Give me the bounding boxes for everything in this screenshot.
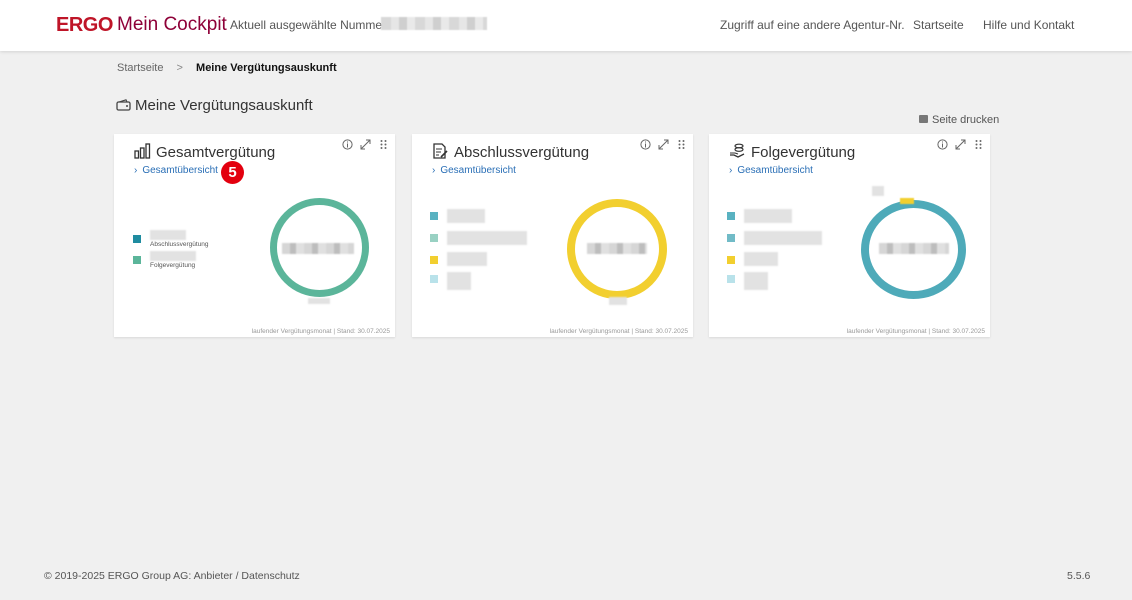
gesamtuebersicht-link[interactable]: › Gesamtübersicht [134, 165, 218, 176]
expand-icon[interactable] [658, 139, 669, 150]
gesamtuebersicht-link[interactable]: › Gesamtübersicht [432, 165, 516, 176]
chevron-right-icon: › [134, 165, 138, 176]
selected-number-label: Aktuell ausgewählte Nummer: [230, 18, 390, 32]
legend-value-1 [447, 209, 485, 223]
page-title-text: Meine Vergütungsauskunft [135, 97, 313, 114]
donut-center-value [587, 243, 647, 254]
legend-value-3 [447, 252, 487, 266]
legend-value-3 [744, 252, 778, 266]
drag-handle-icon[interactable] [973, 139, 984, 150]
legend-swatch-1 [727, 212, 735, 220]
donut-segment-yellow [900, 198, 914, 204]
legend-swatch-2 [430, 234, 438, 242]
nav-startseite[interactable]: Startseite [913, 18, 964, 32]
drag-handle-icon[interactable] [378, 139, 389, 150]
app-name: Mein Cockpit [117, 14, 227, 35]
breadcrumb-current: Meine Vergütungsauskunft [196, 62, 337, 74]
legend-value-folge [150, 251, 196, 261]
nav-other-agency[interactable]: Zugriff auf eine andere Agentur-Nr. [720, 18, 905, 32]
card-title-text: Folgevergütung [751, 144, 856, 161]
card-title: Abschlussvergütung [432, 143, 589, 161]
breadcrumb-separator: > [176, 62, 183, 74]
print-button[interactable]: Seite drucken [919, 114, 999, 126]
link-text: Gesamtübersicht [737, 165, 813, 176]
info-icon[interactable] [937, 139, 948, 150]
card-title-text: Gesamtvergütung [156, 144, 276, 161]
legend-label-abschluss: Abschlussvergütung [150, 241, 209, 248]
hand-coins-icon [730, 143, 745, 158]
document-pen-icon [433, 143, 448, 159]
legend-swatch-3 [430, 256, 438, 264]
step-badge: 5 [221, 161, 244, 184]
wallet-icon [116, 99, 131, 111]
legend-swatch-1 [430, 212, 438, 220]
legend-swatch-4 [430, 275, 438, 283]
link-text: Gesamtübersicht [440, 165, 516, 176]
legend-swatch-abschluss [133, 235, 141, 243]
card-folgeverguetung: Folgevergütung › Gesamtübersicht laufende… [709, 134, 990, 337]
info-icon[interactable] [640, 139, 651, 150]
card-footer: laufender Vergütungsmonat | Stand: 30.07… [549, 328, 688, 335]
print-label: Seite drucken [932, 114, 1000, 126]
card-abschlussverguetung: Abschlussvergütung › Gesamtübersicht lauf… [412, 134, 693, 337]
legend-swatch-folge [133, 256, 141, 264]
legend-value-2 [744, 231, 822, 245]
donut-subvalue [308, 298, 330, 304]
donut-top-label [872, 186, 884, 196]
bar-chart-icon [134, 143, 151, 159]
printer-icon [919, 115, 928, 123]
legend-value-1 [744, 209, 792, 223]
link-text: Gesamtübersicht [142, 165, 218, 176]
app-version: 5.5.6 [1067, 570, 1091, 582]
legend-swatch-4 [727, 275, 735, 283]
card-gesamtverguetung: Gesamtvergütung › Gesamtübersicht Abschlu… [114, 134, 395, 337]
donut-center-value [282, 243, 354, 254]
gesamtuebersicht-link[interactable]: › Gesamtübersicht [729, 165, 813, 176]
legend-value-abschluss [150, 230, 186, 240]
legend-swatch-2 [727, 234, 735, 242]
footer-copyright[interactable]: © 2019-2025 ERGO Group AG: Anbieter / Da… [44, 570, 300, 582]
nav-help-contact[interactable]: Hilfe und Kontakt [983, 18, 1074, 32]
legend-value-4 [744, 272, 768, 290]
selected-number-value [381, 17, 487, 30]
breadcrumb: Startseite > Meine Vergütungsauskunft [117, 62, 337, 74]
page-title: Meine Vergütungsauskunft [116, 97, 313, 114]
legend-swatch-3 [727, 256, 735, 264]
chevron-right-icon: › [432, 165, 436, 176]
ergo-logo[interactable]: ERGO [56, 14, 113, 37]
card-tools [640, 139, 687, 150]
info-icon[interactable] [342, 139, 353, 150]
donut-center-value [879, 243, 949, 254]
legend-value-4 [447, 272, 471, 290]
expand-icon[interactable] [955, 139, 966, 150]
card-tools [342, 139, 389, 150]
top-header: ERGO Mein Cockpit Aktuell ausgewählte Nu… [0, 0, 1132, 51]
card-title: Folgevergütung [729, 143, 855, 161]
card-footer: laufender Vergütungsmonat | Stand: 30.07… [251, 328, 390, 335]
drag-handle-icon[interactable] [676, 139, 687, 150]
breadcrumb-home[interactable]: Startseite [117, 62, 163, 74]
card-tools [937, 139, 984, 150]
legend-value-2 [447, 231, 527, 245]
donut-subvalue [609, 297, 627, 305]
card-title-text: Abschlussvergütung [454, 144, 590, 161]
legend-label-folge: Folgevergütung [150, 262, 196, 269]
card-title: Gesamtvergütung [134, 143, 275, 161]
expand-icon[interactable] [360, 139, 371, 150]
chevron-right-icon: › [729, 165, 733, 176]
card-footer: laufender Vergütungsmonat | Stand: 30.07… [846, 328, 985, 335]
